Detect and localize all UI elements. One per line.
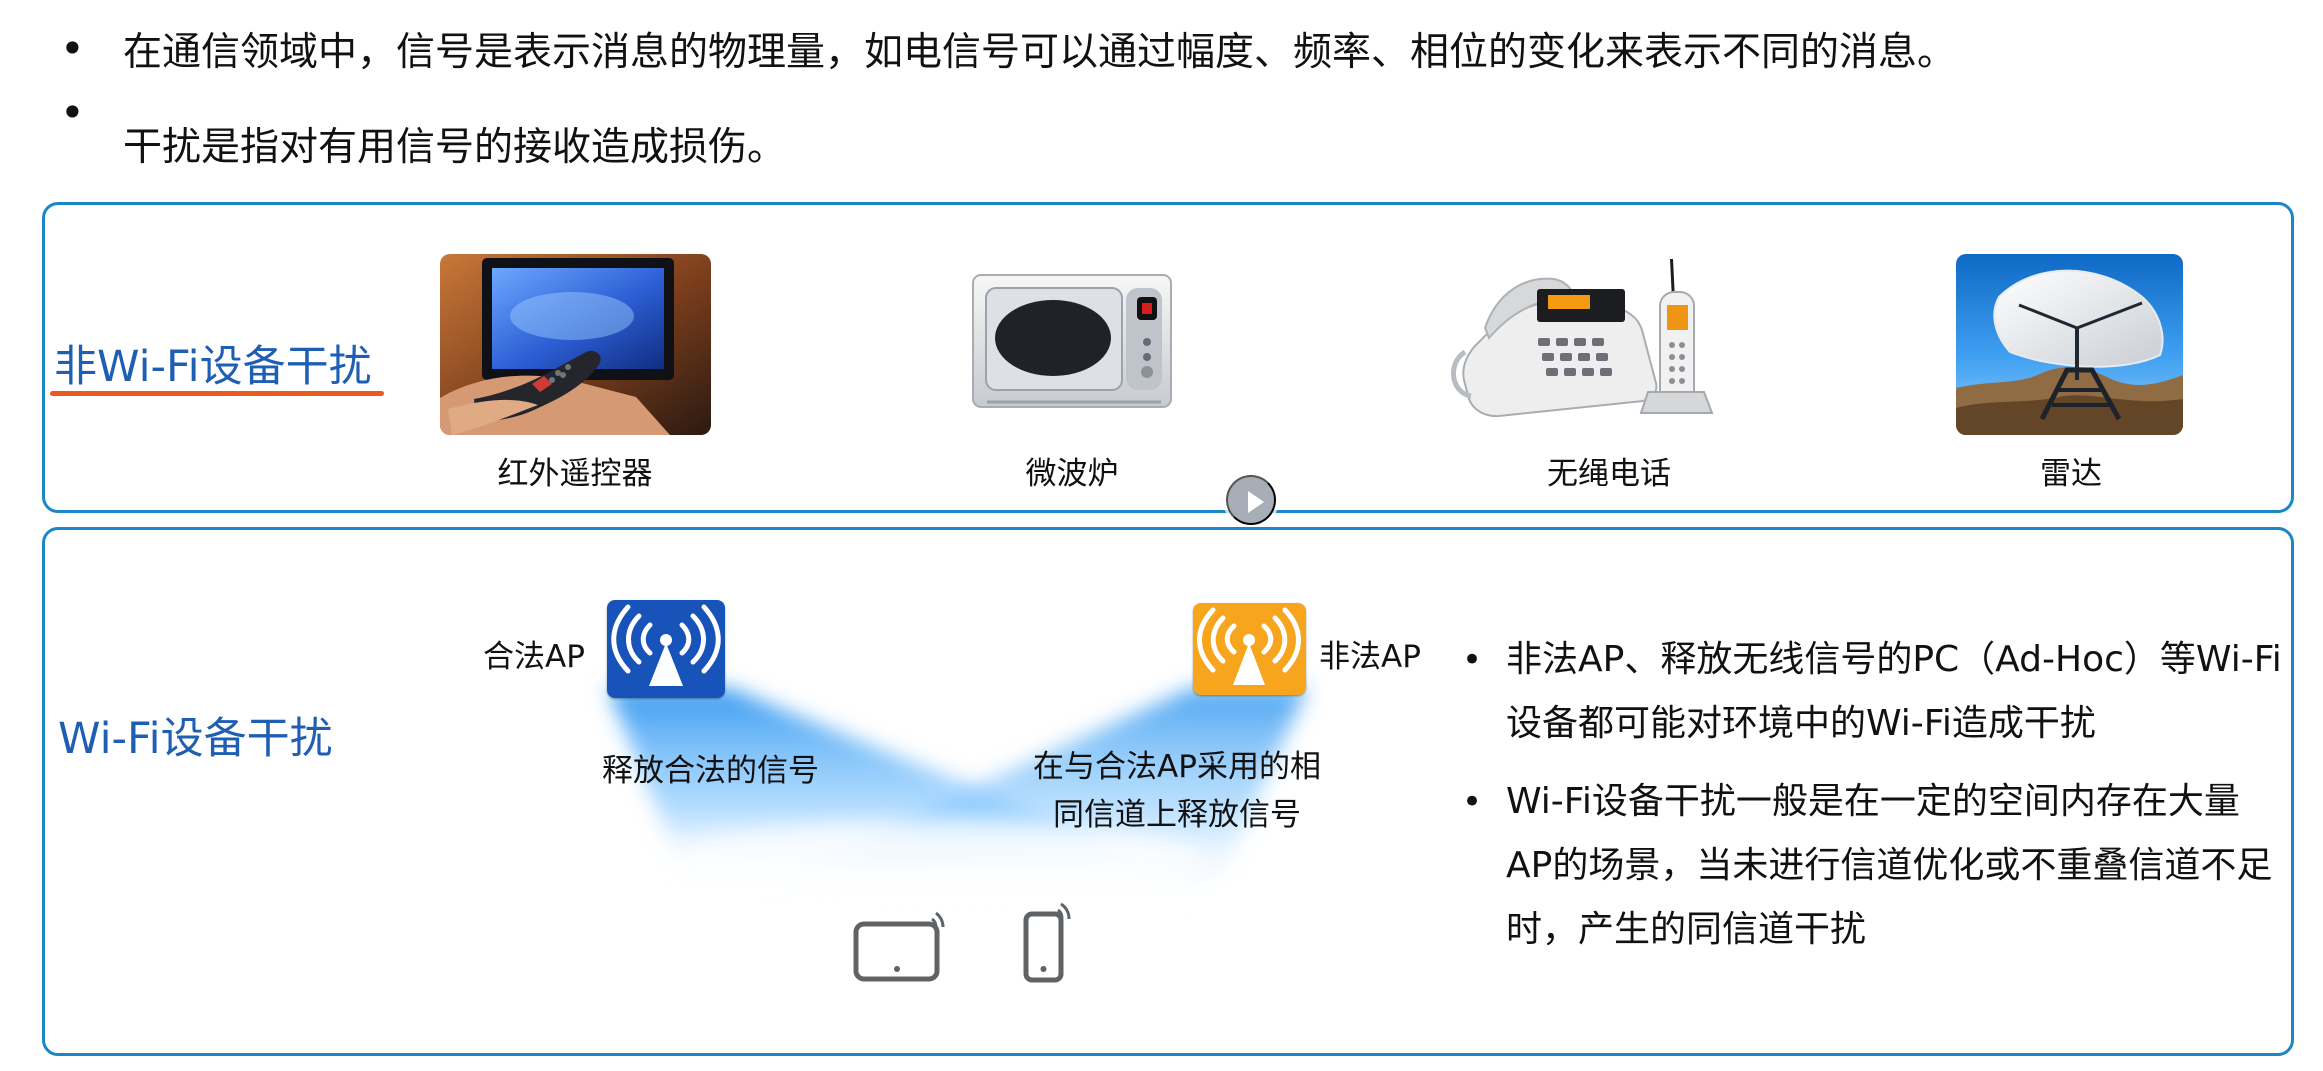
wifi-note: • 非法AP、释放无线信号的PC（Ad-Hoc）等Wi-Fi设备都可能对环境中的… [1462, 628, 2282, 756]
bullet-text: 在通信领域中，信号是表示消息的物理量，如电信号可以通过幅度、频率、相位的变化来表… [123, 30, 1957, 75]
non-wifi-panel-title: 非Wi-Fi设备干扰 [54, 342, 372, 392]
title-underline [50, 391, 384, 396]
wifi-note-text: 非法AP、释放无线信号的PC（Ad-Hoc）等Wi-Fi设备都可能对环境中的Wi… [1506, 639, 2282, 744]
device-label: 红外遥控器 [497, 456, 653, 492]
legal-ap-label: 合法AP [483, 639, 585, 675]
tablet-icon [852, 905, 949, 983]
play-icon [1248, 491, 1264, 513]
legal-signal-label: 释放合法的信号 [602, 753, 819, 789]
illegal-ap-icon [1193, 603, 1306, 695]
bullet-dot: • [60, 88, 85, 137]
illegal-ap-label: 非法AP [1319, 639, 1421, 675]
legal-ap-icon [607, 600, 725, 698]
bullet-dot: • [1462, 782, 1483, 822]
remote-control-tv-photo [440, 254, 711, 435]
illegal-signal-line: 同信道上释放信号 [1053, 797, 1301, 833]
device-label: 无绳电话 [1547, 456, 1671, 492]
wifi-panel-title: Wi-Fi设备干扰 [58, 714, 333, 764]
bullet-dot: • [1462, 640, 1483, 680]
illegal-signal-label: 在与合法AP采用的相 同信道上释放信号 [1027, 743, 1327, 839]
radar-dish-photo [1956, 254, 2183, 435]
phone-icon [1018, 897, 1080, 986]
cordless-phone-photo [1451, 250, 1727, 435]
wifi-note: • Wi-Fi设备干扰一般是在一定的空间内存在大量AP的场景，当未进行信道优化或… [1462, 770, 2282, 962]
bullet-dot: • [60, 24, 85, 73]
device-label: 微波炉 [1025, 456, 1119, 492]
bullet-text: 干扰是指对有用信号的接收造成损伤。 [123, 125, 787, 170]
illegal-signal-line: 在与合法AP采用的相 [1033, 749, 1321, 785]
play-button[interactable] [1226, 475, 1276, 525]
microwave-photo [967, 270, 1177, 415]
device-label: 雷达 [2040, 456, 2102, 492]
wifi-note-text: Wi-Fi设备干扰一般是在一定的空间内存在大量AP的场景，当未进行信道优化或不重… [1506, 781, 2273, 950]
wifi-notes-list: • 非法AP、释放无线信号的PC（Ad-Hoc）等Wi-Fi设备都可能对环境中的… [1462, 628, 2282, 976]
